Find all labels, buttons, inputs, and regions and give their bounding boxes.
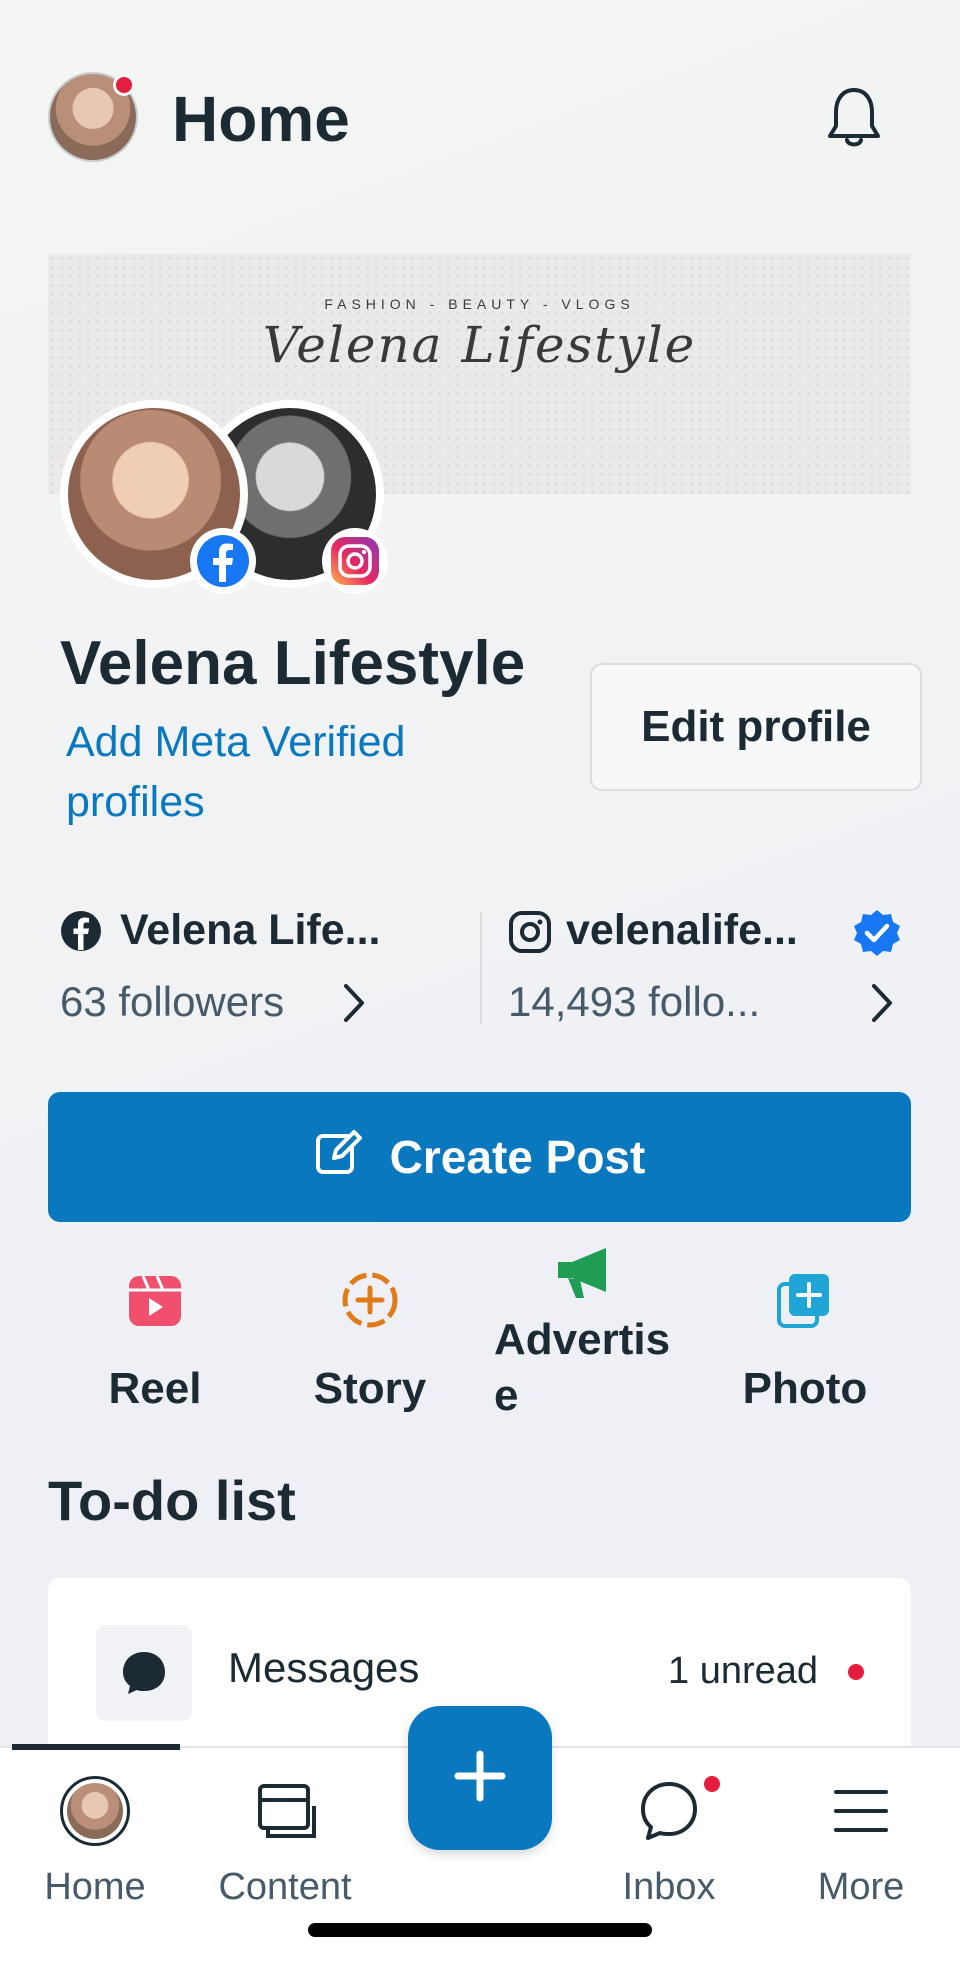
shortcut-label: Advertis e bbox=[494, 1315, 671, 1420]
story-add-icon bbox=[300, 1270, 440, 1330]
meta-verified-link[interactable]: Add Meta Verified profiles bbox=[66, 712, 526, 832]
chevron-right-icon[interactable] bbox=[342, 982, 366, 1029]
nav-inbox[interactable]: Inbox bbox=[574, 1776, 764, 1909]
instagram-followers[interactable]: 14,493 follo... bbox=[508, 978, 760, 1026]
create-post-button[interactable]: Create Post bbox=[48, 1092, 911, 1222]
edit-profile-button[interactable]: Edit profile bbox=[590, 663, 922, 791]
todo-item-label[interactable]: Messages bbox=[228, 1644, 419, 1692]
shortcut-advertise[interactable]: Advertis e bbox=[494, 1244, 694, 1424]
chat-bubble-icon bbox=[96, 1625, 192, 1721]
nav-label: Content bbox=[218, 1866, 352, 1908]
cover-script-title: Velena Lifestyle bbox=[262, 316, 697, 374]
nav-label: Inbox bbox=[622, 1866, 716, 1908]
nav-more[interactable]: More bbox=[766, 1776, 956, 1909]
inbox-notification-dot bbox=[704, 1776, 720, 1792]
content-icon bbox=[190, 1776, 380, 1846]
nav-label: More bbox=[817, 1866, 905, 1908]
instagram-icon bbox=[508, 910, 552, 959]
nav-label: Home bbox=[44, 1866, 146, 1908]
home-indicator bbox=[308, 1923, 652, 1937]
shortcut-story[interactable]: Story bbox=[300, 1270, 440, 1414]
shortcut-label: Photo bbox=[742, 1364, 868, 1413]
shortcut-reel[interactable]: Reel bbox=[100, 1270, 210, 1414]
accounts-divider bbox=[480, 912, 482, 1024]
unread-dot bbox=[848, 1664, 864, 1680]
plus-icon bbox=[452, 1748, 508, 1809]
megaphone-icon bbox=[494, 1244, 694, 1300]
todo-item-status: 1 unread bbox=[668, 1650, 819, 1692]
avatar-notification-dot bbox=[113, 74, 135, 96]
bell-icon[interactable] bbox=[818, 82, 890, 154]
edit-pencil-icon bbox=[314, 1128, 362, 1187]
reel-icon bbox=[100, 1270, 210, 1330]
facebook-account-name[interactable]: Velena Life... bbox=[120, 906, 381, 955]
profile-name: Velena Lifestyle bbox=[60, 629, 526, 698]
verified-badge-icon bbox=[852, 908, 902, 963]
facebook-badge-icon bbox=[190, 528, 256, 594]
todo-title: To-do list bbox=[48, 1469, 296, 1532]
page-title: Home bbox=[172, 83, 350, 155]
create-post-label: Create Post bbox=[389, 1131, 646, 1183]
cover-tagline: FASHION - BEAUTY - VLOGS bbox=[324, 296, 635, 312]
chevron-right-icon[interactable] bbox=[870, 982, 894, 1029]
menu-icon bbox=[766, 1776, 956, 1846]
active-tab-indicator bbox=[12, 1744, 180, 1750]
facebook-icon bbox=[60, 910, 101, 951]
photo-add-icon bbox=[730, 1270, 880, 1330]
shortcut-label: Story bbox=[313, 1364, 427, 1413]
nav-content[interactable]: Content bbox=[190, 1776, 380, 1909]
shortcut-label: Reel bbox=[108, 1364, 202, 1413]
facebook-followers[interactable]: 63 followers bbox=[60, 978, 284, 1026]
nav-home[interactable]: Home bbox=[0, 1776, 190, 1909]
instagram-badge-icon bbox=[322, 528, 388, 594]
chat-icon bbox=[574, 1776, 764, 1846]
avatar-icon bbox=[0, 1776, 190, 1846]
instagram-account-name[interactable]: velenalife... bbox=[566, 906, 798, 955]
shortcut-photo[interactable]: Photo bbox=[730, 1270, 880, 1414]
create-fab-button[interactable] bbox=[408, 1706, 552, 1850]
